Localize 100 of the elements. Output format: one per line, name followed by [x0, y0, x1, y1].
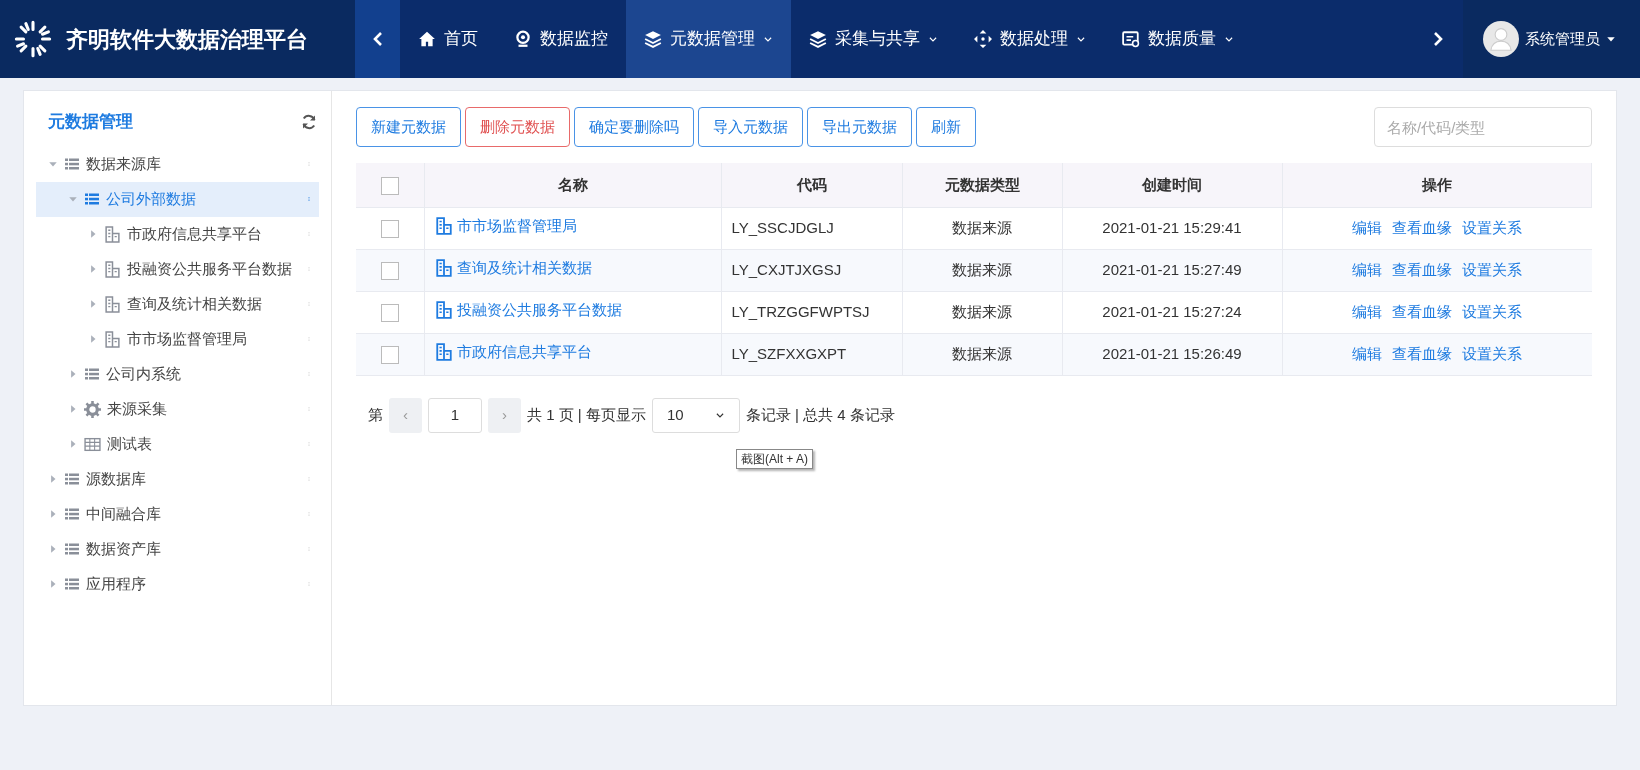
- pager-label: 第: [368, 404, 383, 425]
- user-menu[interactable]: 系统管理员: [1463, 0, 1640, 78]
- tree-label: 数据资产库: [86, 538, 161, 559]
- tree-label: 公司外部数据: [106, 188, 196, 209]
- nav-tab[interactable]: 采集与共享: [791, 0, 956, 78]
- list-icon: [84, 191, 100, 207]
- caret-right-icon: [48, 544, 58, 554]
- tree-item[interactable]: 查询及统计相关数据: [36, 286, 319, 322]
- tree-item[interactable]: 公司内系统: [36, 356, 319, 392]
- caret-right-icon: [88, 229, 98, 239]
- tree-item[interactable]: 投融资公共服务平台数据: [36, 251, 319, 287]
- building-icon: [434, 300, 453, 319]
- table-cell: 2021-01-21 15:29:41: [1102, 218, 1242, 236]
- caret-right-icon: [68, 439, 78, 449]
- page-number-field[interactable]: 1: [428, 397, 482, 433]
- chevron-down-icon: [928, 34, 938, 44]
- nav-tab[interactable]: 元数据管理: [626, 0, 791, 78]
- table-cell: 数据来源: [952, 344, 1012, 362]
- column-header: 操作: [1282, 163, 1592, 207]
- table-cell: LY_SSCJDGLJ: [731, 218, 834, 236]
- tree-label: 公司内系统: [106, 363, 181, 384]
- tree-item[interactable]: 源数据库: [36, 461, 319, 497]
- tree-item[interactable]: 市政府信息共享平台: [36, 216, 319, 252]
- toolbar-button[interactable]: 确定要删除吗: [574, 107, 694, 147]
- tooltip: 截图(Alt + A): [736, 449, 813, 469]
- action-link[interactable]: 设置关系: [1462, 216, 1522, 240]
- action-link[interactable]: 编辑: [1352, 258, 1382, 282]
- toolbar-button[interactable]: 导入元数据: [698, 107, 803, 147]
- name-link[interactable]: 查询及统计相关数据: [434, 256, 592, 280]
- app-title: 齐明软件大数据治理平台: [66, 25, 308, 54]
- home-icon: [418, 30, 436, 48]
- building-icon: [104, 225, 121, 243]
- toolbar-button[interactable]: 导出元数据: [807, 107, 912, 147]
- action-link[interactable]: 编辑: [1352, 300, 1382, 324]
- action-link[interactable]: 编辑: [1352, 216, 1382, 240]
- action-link[interactable]: 查看血缘: [1392, 258, 1452, 282]
- action-link[interactable]: 查看血缘: [1392, 300, 1452, 324]
- table-cell: 数据来源: [952, 218, 1012, 236]
- table-cell: 数据来源: [952, 260, 1012, 278]
- tree-label: 投融资公共服务平台数据: [127, 258, 292, 279]
- chevron-down-icon: [1076, 34, 1086, 44]
- name-link[interactable]: 投融资公共服务平台数据: [434, 298, 622, 322]
- tree-item[interactable]: 市市场监督管理局: [36, 321, 319, 357]
- nav-tab[interactable]: 数据质量: [1104, 0, 1252, 78]
- tree-item[interactable]: 公司外部数据: [36, 181, 319, 217]
- tree-item[interactable]: 应用程序: [36, 566, 319, 602]
- action-link[interactable]: 查看血缘: [1392, 342, 1452, 366]
- action-link[interactable]: 查看血缘: [1392, 216, 1452, 240]
- list-icon: [64, 156, 80, 172]
- tree-item[interactable]: 测试表: [36, 426, 319, 462]
- caret-right-icon: [88, 334, 98, 344]
- column-header: 代码: [721, 163, 902, 207]
- name-link[interactable]: 市市场监督管理局: [434, 214, 577, 238]
- tree-label: 应用程序: [86, 573, 146, 594]
- table-cell: LY_TRZGGFWPTSJ: [731, 302, 870, 320]
- action-link[interactable]: 设置关系: [1462, 342, 1522, 366]
- toolbar-button[interactable]: 删除元数据: [465, 107, 570, 147]
- avatar-icon: [1483, 21, 1519, 57]
- tree-item[interactable]: 数据资产库: [36, 531, 319, 567]
- building-icon: [434, 216, 453, 235]
- action-link[interactable]: 编辑: [1352, 342, 1382, 366]
- burst-logo-icon: [14, 20, 52, 58]
- building-icon: [104, 260, 121, 278]
- action-link[interactable]: 设置关系: [1462, 300, 1522, 324]
- nav-tab[interactable]: 首页: [400, 0, 496, 78]
- search-field[interactable]: 名称/代码/类型: [1374, 107, 1592, 147]
- row-checkbox[interactable]: [380, 261, 399, 280]
- table-cell: LY_CXJTJXGSJ: [731, 260, 842, 278]
- pager-label: 共 1 页 | 每页显示: [527, 404, 646, 425]
- name-link[interactable]: 市政府信息共享平台: [434, 340, 592, 364]
- nav-tab[interactable]: 数据监控: [496, 0, 626, 78]
- row-checkbox[interactable]: [380, 303, 399, 322]
- row-checkbox[interactable]: [380, 219, 399, 238]
- tree-item[interactable]: 数据来源库: [36, 146, 319, 182]
- list-icon: [84, 366, 100, 382]
- tree-item[interactable]: 中间融合库: [36, 496, 319, 532]
- list-icon: [64, 506, 80, 522]
- chevron-down-icon: [763, 34, 773, 44]
- page-size-select[interactable]: 10: [651, 397, 740, 433]
- previous-page-button[interactable]: ‹: [389, 397, 422, 433]
- tree-label: 来源采集: [107, 398, 167, 419]
- tree-item[interactable]: 来源采集: [36, 391, 319, 427]
- toolbar-button[interactable]: 刷新: [916, 107, 976, 147]
- building-icon: [434, 258, 453, 277]
- toolbar-button[interactable]: 新建元数据: [356, 107, 461, 147]
- tree-label: 市政府信息共享平台: [127, 223, 262, 244]
- caret-right-icon: [48, 474, 58, 484]
- action-link[interactable]: 设置关系: [1462, 258, 1522, 282]
- table-icon: [84, 435, 101, 453]
- tree-label: 查询及统计相关数据: [127, 293, 262, 314]
- building-icon: [104, 330, 121, 348]
- next-page-button[interactable]: ›: [488, 397, 521, 433]
- nav-tab[interactable]: 数据处理: [956, 0, 1104, 78]
- caret-right-icon: [68, 404, 78, 414]
- caret-right-icon: [88, 299, 98, 309]
- select-all-checkbox[interactable]: [380, 176, 399, 195]
- row-checkbox[interactable]: [380, 345, 399, 364]
- caret-right-icon: [48, 509, 58, 519]
- scroll-left-button[interactable]: [355, 0, 400, 78]
- caret-down-icon: [68, 194, 78, 204]
